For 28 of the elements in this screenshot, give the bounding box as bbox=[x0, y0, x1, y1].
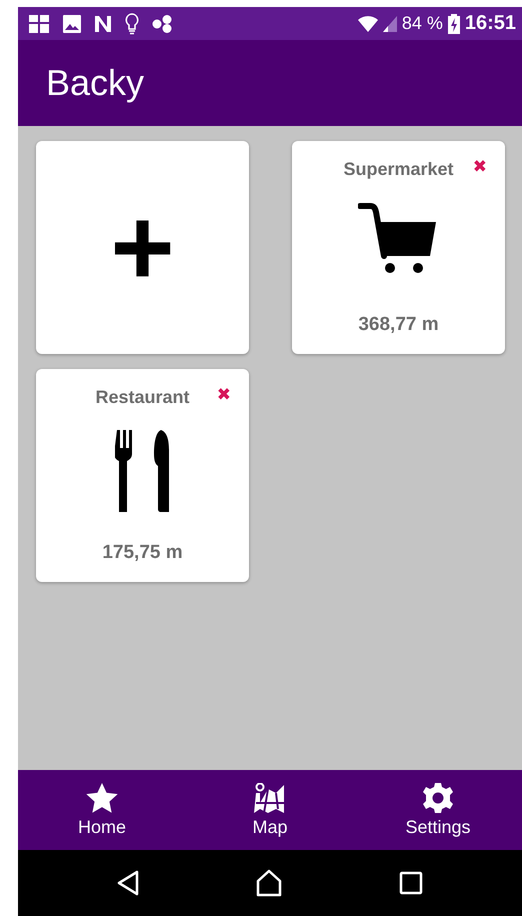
lightbulb-icon bbox=[125, 12, 139, 34]
place-name: Supermarket bbox=[343, 159, 454, 180]
wifi-icon bbox=[358, 16, 378, 32]
delete-button[interactable]: ✖ bbox=[472, 157, 487, 177]
signal-icon bbox=[382, 16, 397, 32]
battery-percent: 84 % bbox=[402, 13, 443, 34]
back-icon[interactable] bbox=[116, 870, 139, 896]
fork-and-knife-icon bbox=[114, 430, 170, 514]
distance-label: 368,77 m bbox=[358, 314, 439, 336]
nav-tab[interactable]: Home bbox=[18, 770, 186, 850]
place-card[interactable]: Supermarket ✖ 368,77 m bbox=[292, 141, 505, 354]
home-icon[interactable] bbox=[256, 869, 282, 897]
recents-icon[interactable] bbox=[399, 871, 424, 895]
distance-label: 175,75 m bbox=[102, 542, 183, 564]
place-card[interactable]: Restaurant ✖ 175,75 m bbox=[36, 369, 249, 582]
clock: 16:51 bbox=[464, 12, 516, 35]
nav-tab[interactable]: Settings bbox=[354, 770, 522, 850]
app-title: Backy bbox=[46, 62, 144, 104]
map-icon bbox=[254, 782, 286, 812]
place-name: Restaurant bbox=[95, 387, 190, 408]
star-icon bbox=[86, 782, 118, 812]
n-logo-icon bbox=[94, 14, 112, 32]
add-card[interactable]: + bbox=[36, 141, 249, 354]
delete-button[interactable]: ✖ bbox=[216, 385, 231, 405]
image-icon bbox=[63, 14, 81, 32]
settings-icon bbox=[423, 782, 453, 812]
battery-charging-icon bbox=[448, 14, 460, 34]
nav-tab[interactable]: Map bbox=[186, 770, 354, 850]
